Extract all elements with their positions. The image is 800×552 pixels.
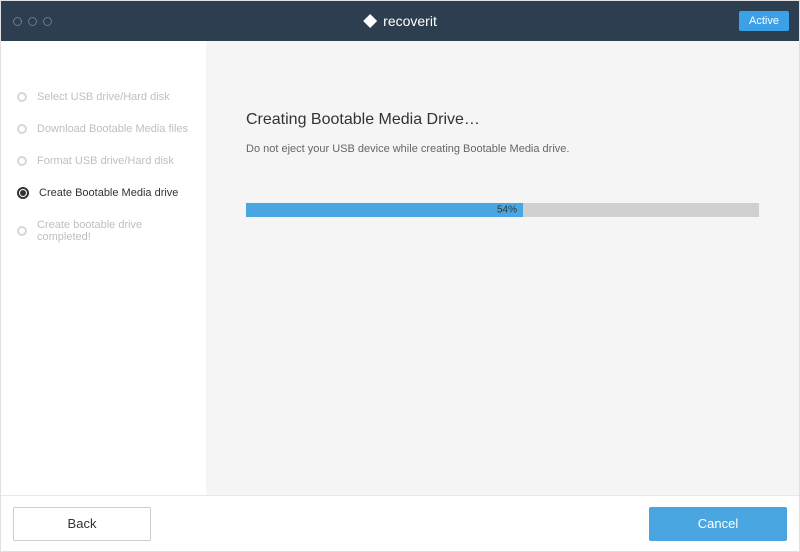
sidebar-step-completed: Create bootable drive completed! xyxy=(17,209,190,253)
app-logo: recoverit xyxy=(363,13,437,29)
sidebar-step-download: Download Bootable Media files xyxy=(17,113,190,145)
step-label: Create bootable drive completed! xyxy=(37,219,190,243)
footer: Back Cancel xyxy=(1,495,799,551)
step-indicator-icon xyxy=(17,92,27,102)
step-label: Format USB drive/Hard disk xyxy=(37,155,174,167)
progress-label: 54% xyxy=(497,205,517,216)
cancel-button[interactable]: Cancel xyxy=(649,507,787,541)
content-area: Select USB drive/Hard disk Download Boot… xyxy=(1,41,799,495)
titlebar: recoverit Active xyxy=(1,1,799,41)
window-controls xyxy=(13,17,52,26)
maximize-window-button[interactable] xyxy=(43,17,52,26)
step-indicator-active-icon xyxy=(17,187,29,199)
step-indicator-icon xyxy=(17,124,27,134)
minimize-window-button[interactable] xyxy=(28,17,37,26)
step-label: Create Bootable Media drive xyxy=(39,187,178,199)
active-badge[interactable]: Active xyxy=(739,11,789,31)
step-indicator-icon xyxy=(17,226,27,236)
close-window-button[interactable] xyxy=(13,17,22,26)
main-panel: Creating Bootable Media Drive… Do not ej… xyxy=(206,41,799,495)
progress-bar: 54% xyxy=(246,203,759,217)
sidebar-step-format: Format USB drive/Hard disk xyxy=(17,145,190,177)
sidebar: Select USB drive/Hard disk Download Boot… xyxy=(1,41,206,495)
sidebar-step-create-drive: Create Bootable Media drive xyxy=(17,177,190,209)
back-button[interactable]: Back xyxy=(13,507,151,541)
step-label: Download Bootable Media files xyxy=(37,123,188,135)
progress-fill: 54% xyxy=(246,203,523,217)
app-window: recoverit Active Select USB drive/Hard d… xyxy=(0,0,800,552)
app-name: recoverit xyxy=(383,13,437,29)
step-indicator-icon xyxy=(17,156,27,166)
main-title: Creating Bootable Media Drive… xyxy=(246,111,759,129)
main-subtitle: Do not eject your USB device while creat… xyxy=(246,143,759,155)
diamond-icon xyxy=(363,14,377,28)
sidebar-step-select-drive: Select USB drive/Hard disk xyxy=(17,81,190,113)
step-label: Select USB drive/Hard disk xyxy=(37,91,170,103)
